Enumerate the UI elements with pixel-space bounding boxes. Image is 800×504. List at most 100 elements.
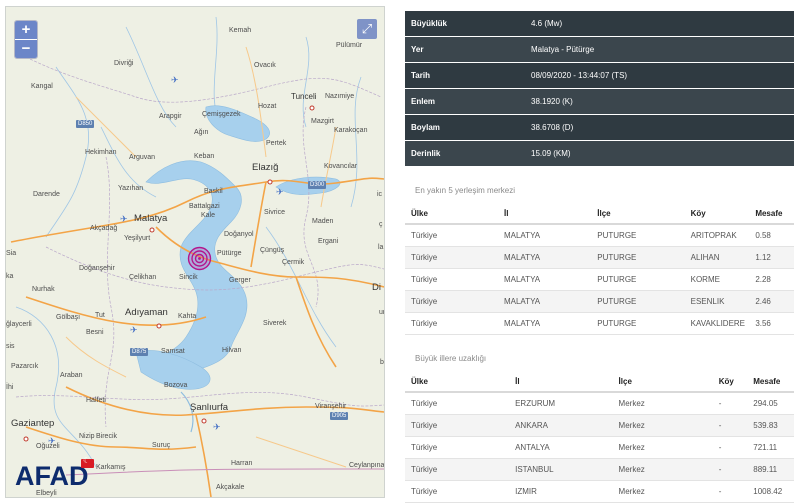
map-label: Adıyaman [125,307,168,318]
map-label: Birecik [96,433,118,440]
table-cell: Türkiye [405,414,516,437]
table-cell: PUTURGE [597,224,691,247]
map-label: Gaziantep [11,418,55,429]
svg-text:✈: ✈ [276,188,284,198]
map-label: Mazgirt [311,118,334,125]
map-label: Bozova [164,382,188,389]
table-cell: Türkiye [405,290,504,313]
city-distances-title: Büyük illere uzaklığı [415,354,487,363]
map-label: Samsat [161,348,185,355]
map-label: sis [6,343,15,350]
table-cell: 1.12 [755,246,794,269]
map-label: Ceylanpınar [349,462,385,469]
table-cell: - [718,480,754,503]
map-label: Sincik [179,274,198,281]
column-header: Ülke [405,203,504,225]
table-cell: - [718,414,754,437]
table-cell: PUTURGE [597,268,691,291]
table-cell: - [718,436,754,459]
map-label: Nurhak [32,286,55,293]
map-label: Keban [194,153,215,160]
map-label: Battalgazi [189,203,220,210]
table-row: Türkiye MALATYA PUTURGE KORME 2.28 [405,268,794,291]
svg-text:✈: ✈ [130,326,138,336]
epicenter-marker-icon[interactable] [187,246,212,271]
map-label: Karakoçan [334,127,368,134]
road-shield: D300 [308,181,327,189]
svg-text:✈: ✈ [213,423,221,433]
map-label: Doğanyol [224,231,254,238]
table-cell: Türkiye [405,392,516,415]
map-label: İhi [6,384,14,391]
table-cell: 3.56 [755,312,794,335]
map-label: Kangal [31,83,53,90]
table-row: Türkiye ANTALYA Merkez -721.11 [405,436,794,459]
map-label: ic [377,191,383,198]
table-cell: 721.11 [753,436,794,459]
table-cell: Türkiye [405,268,504,291]
road-shield: D850 [76,120,95,128]
table-cell: ESENLIK [690,290,756,313]
map-label: Arapgir [159,113,182,120]
info-row: Yer Malatya - Pütürge [405,36,794,63]
info-value: 15.09 (KM) [518,140,794,167]
map-label: Divriği [114,60,134,67]
map-label: Nazımiye [325,93,355,100]
map-label: Yeşilyurt [124,235,151,242]
map-label: Gölbaşı [56,314,81,321]
map-label: Nizip [79,433,95,440]
column-header: İl [515,371,619,393]
table-cell: MALATYA [503,268,598,291]
info-key: Yer [405,36,518,63]
table-cell: MALATYA [503,246,598,269]
info-value: 08/09/2020 - 13:44:07 (TS) [518,62,794,89]
map-label: Çermik [282,259,305,266]
table-cell: - [718,392,754,415]
map-label: ğlaycerli [6,321,32,328]
table-row: Türkiye IZMIR Merkez -1008.42 [405,480,794,503]
nearest-settlements-table: Ülke İl İlçe Köy Mesafe Türkiye MALATYA PUTURG… [405,203,794,335]
map-label: Sia [6,250,17,257]
map-label: Pülümür [336,42,363,49]
table-row: Türkiye MALATYA PUTURGE ARITOPRAK 0.58 [405,224,794,247]
table-cell: Türkiye [405,224,504,247]
table-cell: 2.46 [755,290,794,313]
column-header: Ülke [405,371,516,393]
table-cell: - [718,458,754,481]
table-cell: ANTALYA [515,436,619,459]
map-label: Suruç [152,442,171,449]
nearest-settlements-title: En yakın 5 yerleşim merkezi [415,186,516,195]
table-cell: PUTURGE [597,246,691,269]
map-label: Sivrice [264,209,286,216]
map-label: Akçadağ [90,225,118,232]
map-label: Elazığ [252,162,279,173]
map-label: Ağın [194,129,209,136]
table-row: Türkiye MALATYA PUTURGE KAVAKLIDERE 3.56 [405,312,794,335]
map-label: Maden [312,218,334,225]
map-label: Oğuzeli [36,443,60,450]
map-panel[interactable]: ✈ ✈ ✈ ✈ ✈ ✈ + − ⤢ Kemah Pülümür Divriği … [5,6,385,498]
table-cell: KAVAKLIDERE [690,312,756,335]
column-header: Köy [718,371,754,393]
zoom-out-button[interactable]: − [15,39,37,58]
table-cell: ARITOPRAK [690,224,756,247]
map-label: bi [380,359,385,366]
info-key: Tarih [405,62,518,89]
map-label: Hilvan [222,347,242,354]
map-label: ç [379,221,383,228]
map-label: Karkamış [96,464,126,471]
table-cell: 1008.42 [753,480,794,503]
map-label: ur [379,309,385,316]
map-label: Pertek [266,140,287,147]
map-label: Yazıhan [118,185,144,192]
zoom-in-button[interactable]: + [15,21,37,39]
svg-text:✈: ✈ [171,76,179,86]
table-cell: MALATYA [503,290,598,313]
column-header: Köy [690,203,756,225]
map-label: Halfeti [86,397,106,404]
fullscreen-button[interactable]: ⤢ [357,19,377,39]
map-label: Tunceli [291,92,317,101]
column-header: Mesafe [755,203,794,225]
table-cell: Merkez [618,480,719,503]
svg-text:✈: ✈ [120,215,128,225]
